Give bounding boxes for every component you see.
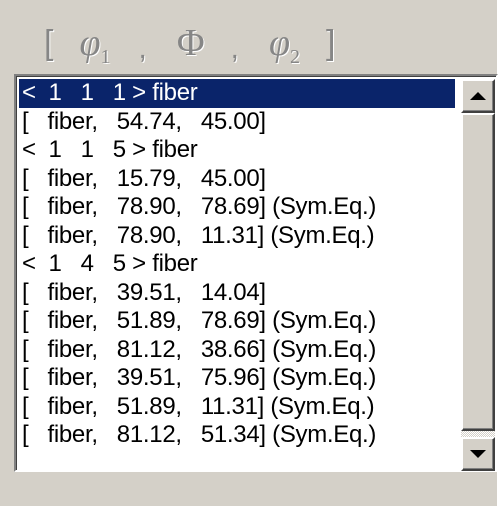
scroll-up-button[interactable] (461, 79, 495, 113)
header-phi2: φ2 (268, 21, 300, 68)
orientation-listbox[interactable]: < 1 1 1 > fiber [ fiber, 54.74, 45.00] <… (14, 74, 498, 472)
list-item[interactable]: [ fiber, 81.12, 38.66] (Sym.Eq.) (19, 336, 455, 365)
arrow-up-icon (470, 92, 486, 100)
list-item[interactable]: [ fiber, 39.51, 14.04] (19, 279, 455, 308)
list-item[interactable]: < 1 1 5 > fiber (19, 136, 455, 165)
list-item-selected[interactable]: < 1 1 1 > fiber (19, 79, 455, 108)
phi2-symbol: φ (268, 22, 290, 64)
euler-angle-panel: [ φ1 , Φ , φ2 ] < 1 1 1 > fiber [ fiber,… (0, 0, 498, 507)
header-comma-2: , (230, 32, 239, 65)
Phi-symbol: Φ (176, 22, 205, 64)
arrow-down-icon (470, 450, 486, 458)
list-item[interactable]: [ fiber, 51.89, 78.69] (Sym.Eq.) (19, 307, 455, 336)
header-close-bracket: ] (325, 23, 336, 62)
header-open-bracket: [ (44, 23, 54, 62)
euler-angles-header: [ φ1 , Φ , φ2 ] (14, 18, 484, 68)
header-comma-1: , (138, 32, 147, 65)
list-item[interactable]: [ fiber, 81.12, 51.34] (Sym.Eq.) (19, 421, 455, 450)
list-item[interactable]: [ fiber, 51.89, 11.31] (Sym.Eq.) (19, 393, 455, 422)
list-item[interactable]: < 1 4 5 > fiber (19, 250, 455, 279)
list-item[interactable]: [ fiber, 39.51, 75.96] (Sym.Eq.) (19, 364, 455, 393)
list-item[interactable]: [ fiber, 15.79, 45.00] (19, 165, 455, 194)
list-item[interactable]: [ fiber, 54.74, 45.00] (19, 108, 455, 137)
header-phi1: φ1 (79, 21, 110, 68)
phi2-subscript: 2 (289, 46, 300, 68)
list-item[interactable]: [ fiber, 78.90, 78.69] (Sym.Eq.) (19, 193, 455, 222)
phi1-subscript: 1 (100, 46, 111, 68)
vertical-scrollbar[interactable] (461, 79, 495, 471)
scroll-down-button[interactable] (461, 437, 495, 471)
scrollbar-thumb[interactable] (461, 113, 495, 431)
phi1-symbol: φ (79, 22, 101, 64)
list-item[interactable]: [ fiber, 78.90, 11.31] (Sym.Eq.) (19, 222, 455, 251)
orientation-list[interactable]: < 1 1 1 > fiber [ fiber, 54.74, 45.00] <… (19, 79, 455, 471)
